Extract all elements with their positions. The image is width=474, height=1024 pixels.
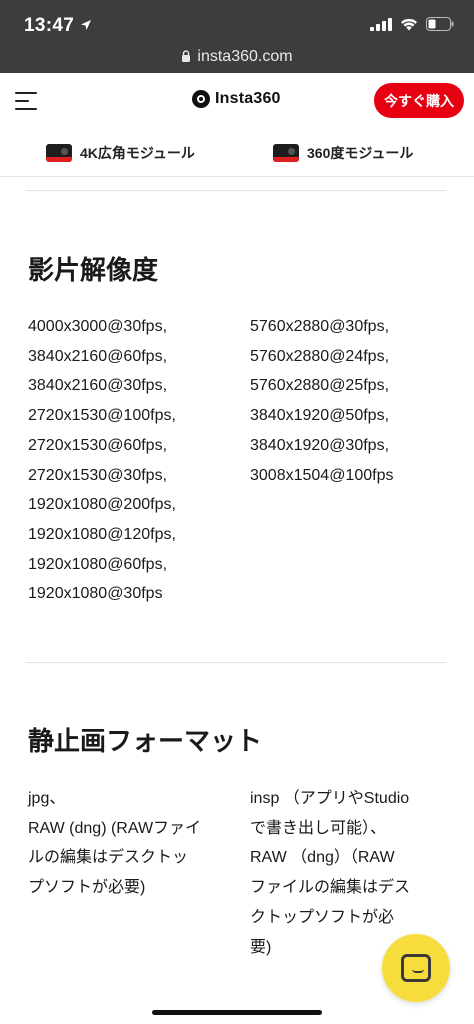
resolution-item: 1920x1080@200fps, — [28, 496, 176, 514]
camera-module-icon — [273, 144, 299, 162]
site-header: Insta360 今すぐ購入 — [0, 73, 474, 131]
module-tab-4k-wide[interactable]: 4K広角モジュール — [46, 143, 195, 163]
divider — [26, 190, 446, 191]
status-indicators — [370, 17, 454, 31]
hamburger-menu-icon[interactable] — [15, 91, 39, 111]
resolution-list-left: 4000x3000@30fps, 3840x2160@60fps, 3840x2… — [28, 312, 176, 609]
format-line: ルの編集はデスクトッ — [28, 849, 189, 867]
module-tabs: 4K広角モジュール 360度モジュール — [0, 131, 474, 177]
url-text: insta360.com — [197, 48, 293, 65]
photo-format-left: jpg、 RAW (dng) (RAWファイ ルの編集はデスクトッ プソフトが必… — [28, 784, 201, 903]
format-line: プソフトが必要) — [28, 879, 146, 897]
location-arrow-icon — [81, 20, 91, 30]
logo-text: Insta360 — [215, 90, 281, 107]
wifi-icon — [401, 18, 417, 30]
status-time: 13:47 — [24, 15, 75, 36]
format-line: insp （アプリやStudio — [250, 790, 410, 807]
resolution-item: 3840x2160@30fps, — [28, 377, 168, 395]
resolution-item: 2720x1530@60fps, — [28, 436, 168, 454]
logo-mark-icon — [192, 90, 210, 108]
resolution-list-right: 5760x2880@30fps, 5760x2880@24fps, 5760x2… — [250, 312, 393, 490]
resolution-item: 1920x1080@120fps, — [28, 525, 176, 543]
browser-chrome: 13:47 insta360.com — [0, 0, 474, 73]
format-line: ファイルの編集はデス — [250, 879, 411, 897]
format-line: RAW （dng）（RAW — [250, 849, 395, 867]
buy-now-button[interactable]: 今すぐ購入 — [374, 83, 464, 118]
resolution-item: 2720x1530@100fps, — [28, 407, 176, 425]
module-label: 360度モジュール — [307, 145, 414, 161]
module-tab-360[interactable]: 360度モジュール — [273, 143, 413, 163]
home-indicator[interactable] — [152, 1010, 322, 1015]
resolution-item: 1920x1080@60fps, — [28, 555, 168, 573]
resolution-item: 3840x1920@30fps, — [250, 436, 390, 454]
resolution-item: 3008x1504@100fps — [250, 466, 394, 484]
chat-bubble-icon — [401, 954, 431, 982]
resolution-item: 5760x2880@25fps, — [250, 377, 390, 395]
resolution-item: 5760x2880@30fps, — [250, 318, 390, 335]
resolution-item: 3840x2160@60fps, — [28, 347, 168, 365]
divider — [26, 662, 446, 663]
photo-format-title: 静止画フォーマット — [28, 726, 263, 756]
resolution-item: 4000x3000@30fps, — [28, 318, 168, 335]
format-line: で書き出し可能）、 — [250, 819, 387, 837]
format-line: クトップソフトが必 — [250, 908, 395, 926]
module-label: 4K広角モジュール — [80, 145, 195, 161]
insta360-logo[interactable]: Insta360 — [192, 90, 281, 108]
photo-format-right: insp （アプリやStudio で書き出し可能）、 RAW （dng）（RAW… — [250, 784, 410, 962]
video-resolution-title: 影片解像度 — [28, 255, 159, 285]
lock-icon — [182, 50, 191, 62]
battery-icon — [426, 17, 454, 31]
camera-module-icon — [46, 144, 72, 162]
format-line: RAW (dng) (RAWファイ — [28, 819, 202, 837]
resolution-item: 1920x1080@30fps — [28, 585, 163, 603]
format-line: jpg、 — [28, 790, 66, 807]
signal-icon — [370, 17, 392, 31]
chat-support-button[interactable] — [382, 934, 450, 1002]
resolution-item: 3840x1920@50fps, — [250, 407, 390, 425]
address-bar[interactable]: insta360.com — [0, 48, 474, 66]
resolution-item: 5760x2880@24fps, — [250, 347, 390, 365]
resolution-item: 2720x1530@30fps, — [28, 466, 168, 484]
